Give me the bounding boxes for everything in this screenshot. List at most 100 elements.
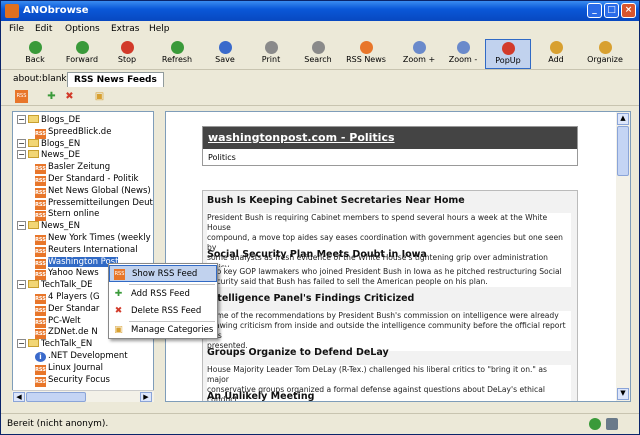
tree-item[interactable]: RSS Reuters International xyxy=(35,244,138,257)
toolbar-zoom-button[interactable]: Zoom - xyxy=(443,39,483,69)
toolbar-search-button[interactable]: Search xyxy=(299,39,337,69)
menu-delete-rss-feed[interactable]: ✖ Delete RSS Feed xyxy=(109,303,217,320)
minimize-button[interactable]: _ xyxy=(587,3,602,18)
tree-item[interactable]: − Blogs_DE xyxy=(17,114,80,126)
feed-title-link[interactable]: washingtonpost.com - Politics xyxy=(203,127,577,149)
tree-item[interactable]: RSS Basler Zeitung xyxy=(35,161,110,175)
toolbar-save-button[interactable]: Save xyxy=(207,39,243,69)
tree-item[interactable]: RSS Security Focus xyxy=(35,374,110,387)
feed-item-title[interactable]: An Unlikely Meeting xyxy=(207,391,314,401)
content-vertical-scrollbar[interactable]: ▲ ▼ xyxy=(616,112,630,401)
tree-item-label: Yahoo News xyxy=(48,268,99,279)
collapse-icon[interactable]: − xyxy=(17,221,26,231)
tree-item[interactable]: i .NET Development xyxy=(35,350,128,362)
toolbar-label: Search xyxy=(304,55,332,64)
folder-icon xyxy=(28,339,39,348)
tree-item[interactable]: RSS Yahoo News xyxy=(35,267,99,281)
feed-item-title[interactable]: Social Security Plan Meets Doubt in Iowa xyxy=(207,249,427,260)
tab-rss-news-feeds[interactable]: RSS News Feeds xyxy=(67,72,164,87)
scroll-down-icon[interactable]: ▼ xyxy=(617,388,629,400)
toolbar-forward-button[interactable]: Forward xyxy=(59,39,105,69)
toolbar-popup-button[interactable]: PopUp xyxy=(485,39,531,69)
toolbar-organize-button[interactable]: Organize xyxy=(583,39,627,69)
collapse-icon[interactable]: − xyxy=(17,138,26,148)
menu-edit[interactable]: Edit xyxy=(35,24,52,34)
toolbar-add-button[interactable]: Add xyxy=(537,39,575,69)
tree-item[interactable]: RSS ZDNet.de N xyxy=(35,326,98,340)
rss-icon[interactable]: RSS xyxy=(15,90,28,103)
tree-item-label: .NET Development xyxy=(48,351,128,361)
tree-item[interactable]: − Blogs_EN xyxy=(17,138,80,150)
title-bar[interactable]: ANObrowse _ □ × xyxy=(1,1,639,21)
tree-item-label: Reuters International xyxy=(48,244,138,255)
tree-item[interactable]: RSS 4 Players (G xyxy=(35,291,100,304)
toolbar-icon xyxy=(219,41,232,54)
tree-horizontal-scrollbar[interactable]: ◀ ▶ xyxy=(12,390,154,402)
menu-show-rss-feed[interactable]: RSS Show RSS Feed xyxy=(109,265,217,282)
feed-item-summary: Some of the recommendations by President… xyxy=(207,311,571,351)
tree-item[interactable]: RSS PC-Welt xyxy=(35,315,81,328)
tree-item-label: Blogs_EN xyxy=(41,138,81,149)
tree-item-label: Der Standar xyxy=(48,303,100,314)
toolbar-icon xyxy=(29,41,42,54)
scroll-thumb[interactable] xyxy=(617,126,629,176)
tree-item[interactable]: RSS Washington Post xyxy=(35,256,119,269)
toolbar-label: Organize xyxy=(587,55,623,64)
tree-item[interactable]: RSS Net News Global (News) xyxy=(35,185,151,198)
menu-file[interactable]: File xyxy=(9,24,24,34)
tree-item[interactable]: RSS Stern online xyxy=(35,208,99,222)
folder-icon xyxy=(28,150,39,159)
tree-item[interactable]: RSS Pressemitteilungen Deutsc xyxy=(35,197,154,210)
main-toolbar: Back Forward Stop Refresh Save Print Search RSS… xyxy=(1,38,639,70)
tree-item[interactable]: RSS Der Standard - Politik xyxy=(35,173,138,186)
status-text: Bereit (nicht anonym). xyxy=(7,419,109,429)
tree-item[interactable]: − TechTalk_EN xyxy=(17,338,92,350)
tree-item[interactable]: RSS New York Times (weekly r xyxy=(35,232,153,245)
tree-item[interactable]: − TechTalk_DE xyxy=(17,279,92,291)
add-feed-icon[interactable]: ✚ xyxy=(45,90,58,103)
collapse-icon[interactable]: − xyxy=(17,280,26,290)
maximize-button[interactable]: □ xyxy=(604,3,619,18)
scroll-left-icon[interactable]: ◀ xyxy=(13,392,25,402)
collapse-icon[interactable]: − xyxy=(17,339,26,349)
tree-item-label: Pressemitteilungen Deutsc xyxy=(48,197,154,208)
feed-item-title[interactable]: Intelligence Panel's Findings Criticized xyxy=(207,293,414,304)
tree-item-label: Security Focus xyxy=(48,374,110,385)
scroll-thumb[interactable] xyxy=(26,392,86,402)
tree-item[interactable]: RSS SpreedBlick.de xyxy=(35,126,111,139)
toolbar-icon xyxy=(265,41,278,54)
context-menu: RSS Show RSS Feed ✚ Add RSS Feed ✖ Delet… xyxy=(108,263,218,339)
toolbar-stop-button[interactable]: Stop xyxy=(109,39,145,69)
tree-item[interactable]: RSS Linux Journal xyxy=(35,362,103,375)
delete-feed-icon[interactable]: ✖ xyxy=(63,90,76,103)
categories-icon[interactable]: ▣ xyxy=(93,90,106,103)
menu-add-rss-feed[interactable]: ✚ Add RSS Feed xyxy=(109,286,217,303)
summary-line: Some of the recommendations by President… xyxy=(207,311,559,320)
feed-tree[interactable]: − Blogs_DE RSS SpreedBlick.de − Blogs_EN − News… xyxy=(12,111,154,402)
collapse-icon[interactable]: − xyxy=(17,150,26,160)
toolbar-print-button[interactable]: Print xyxy=(253,39,289,69)
scroll-right-icon[interactable]: ▶ xyxy=(140,392,152,402)
menu-manage-categories[interactable]: ▣ Manage Categories xyxy=(109,322,217,339)
categories-icon: ▣ xyxy=(114,325,123,335)
globe-icon xyxy=(589,418,601,430)
tab-about-blank[interactable]: about:blank xyxy=(7,72,73,87)
menu-options[interactable]: Options xyxy=(65,24,100,34)
feed-item-title[interactable]: Bush Is Keeping Cabinet Secretaries Near… xyxy=(207,195,465,206)
tree-item[interactable]: − News_EN xyxy=(17,220,80,232)
tree-item[interactable]: RSS Der Standar xyxy=(35,303,100,316)
toolbar-refresh-button[interactable]: Refresh xyxy=(155,39,199,69)
menu-help[interactable]: Help xyxy=(149,24,170,34)
toolbar-back-button[interactable]: Back xyxy=(15,39,55,69)
feed-item-title[interactable]: Groups Organize to Defend DeLay xyxy=(207,347,389,358)
menu-extras[interactable]: Extras xyxy=(111,24,139,34)
scroll-up-icon[interactable]: ▲ xyxy=(617,113,629,125)
feed-toolbar: RSS ✚ ✖ ▣ xyxy=(1,88,639,106)
tree-item[interactable]: − News_DE xyxy=(17,149,80,161)
summary-line: President Bush is requiring Cabinet memb… xyxy=(207,213,548,232)
toolbar-rss-news-button[interactable]: RSS News xyxy=(343,39,389,69)
collapse-icon[interactable]: − xyxy=(17,115,26,124)
close-button[interactable]: × xyxy=(621,3,636,18)
feed-header: washingtonpost.com - Politics Politics xyxy=(202,126,578,166)
toolbar-zoom-button[interactable]: Zoom + xyxy=(397,39,441,69)
